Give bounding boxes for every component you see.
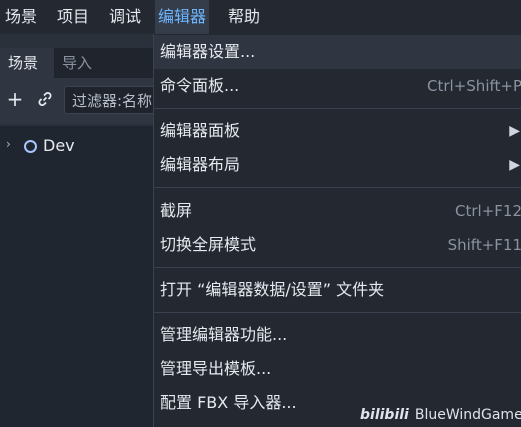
menu-debug[interactable]: 调试 bbox=[106, 0, 144, 34]
chevron-right-icon: ▶ bbox=[509, 157, 520, 173]
instance-scene-button[interactable] bbox=[34, 88, 56, 110]
menu-bar: 场景 项目 调试 编辑器 帮助 bbox=[0, 0, 521, 34]
add-node-button[interactable]: + bbox=[4, 88, 26, 110]
menu-item-label: 编辑器布局 bbox=[160, 155, 241, 174]
menu-scene[interactable]: 场景 bbox=[2, 0, 40, 34]
menu-item-editor-docks[interactable]: 编辑器面板 ▶ bbox=[154, 114, 521, 148]
separator bbox=[154, 108, 521, 109]
menu-item-label: 切换全屏模式 bbox=[160, 235, 257, 254]
separator bbox=[154, 312, 521, 313]
scene-toolbar: + 过滤器:名称 bbox=[0, 78, 164, 124]
menu-item-label: 截屏 bbox=[160, 201, 193, 220]
menu-editor[interactable]: 编辑器 bbox=[155, 0, 210, 34]
bilibili-logo: bilibili bbox=[360, 407, 409, 423]
menu-item-editor-settings[interactable]: 编辑器设置... bbox=[154, 35, 521, 69]
editor-menu-popup: 编辑器设置... 命令面板... Ctrl+Shift+P 编辑器面板 ▶ 编辑… bbox=[153, 34, 521, 427]
menu-project[interactable]: 项目 bbox=[54, 0, 92, 34]
tab-scene[interactable]: 场景 bbox=[0, 48, 54, 78]
menu-item-editor-layout[interactable]: 编辑器布局 ▶ bbox=[154, 148, 521, 182]
dock-tabs: 场景 导入 bbox=[0, 48, 160, 78]
menu-item-label: 配置 FBX 导入器... bbox=[160, 393, 297, 412]
menu-help[interactable]: 帮助 bbox=[225, 0, 263, 34]
menu-item-manage-export-templates[interactable]: 管理导出模板... bbox=[154, 352, 521, 386]
tree-item[interactable]: › Dev bbox=[0, 134, 160, 158]
separator bbox=[154, 267, 521, 268]
filter-input[interactable]: 过滤器:名称 bbox=[64, 86, 164, 114]
watermark-text: BlueWindGame bbox=[414, 407, 521, 423]
shortcut-label: Ctrl+Shift+P bbox=[427, 77, 521, 95]
scene-dock: 场景 导入 + 过滤器:名称 › Dev bbox=[0, 34, 164, 427]
menu-item-label: 管理导出模板... bbox=[160, 359, 272, 378]
chevron-right-icon[interactable]: › bbox=[6, 137, 11, 151]
link-icon bbox=[38, 92, 52, 106]
menu-item-screenshot[interactable]: 截屏 Ctrl+F12 bbox=[154, 194, 521, 228]
chevron-right-icon: ▶ bbox=[509, 123, 520, 139]
menu-item-command-palette[interactable]: 命令面板... Ctrl+Shift+P bbox=[154, 69, 521, 103]
menu-item-label: 命令面板... bbox=[160, 76, 240, 95]
menu-item-open-data-folder[interactable]: 打开 “编辑器数据/设置” 文件夹 bbox=[154, 273, 521, 307]
menu-item-manage-features[interactable]: 管理编辑器功能... bbox=[154, 318, 521, 352]
menu-item-label: 编辑器设置... bbox=[160, 42, 256, 61]
menu-item-label: 编辑器面板 bbox=[160, 121, 241, 140]
watermark: bilibili BlueWindGame bbox=[360, 403, 521, 427]
tree-item-label: Dev bbox=[43, 136, 75, 155]
shortcut-label: Shift+F11 bbox=[447, 236, 521, 254]
scene-tree: › Dev bbox=[0, 126, 160, 427]
shortcut-label: Ctrl+F12 bbox=[455, 202, 521, 220]
menu-item-toggle-fullscreen[interactable]: 切换全屏模式 Shift+F11 bbox=[154, 228, 521, 262]
tab-import[interactable]: 导入 bbox=[62, 48, 122, 78]
menu-item-label: 管理编辑器功能... bbox=[160, 325, 288, 344]
menu-item-label: 打开 “编辑器数据/设置” 文件夹 bbox=[160, 280, 385, 299]
node-icon bbox=[24, 140, 37, 153]
separator bbox=[154, 187, 521, 188]
plus-icon: + bbox=[6, 87, 24, 111]
